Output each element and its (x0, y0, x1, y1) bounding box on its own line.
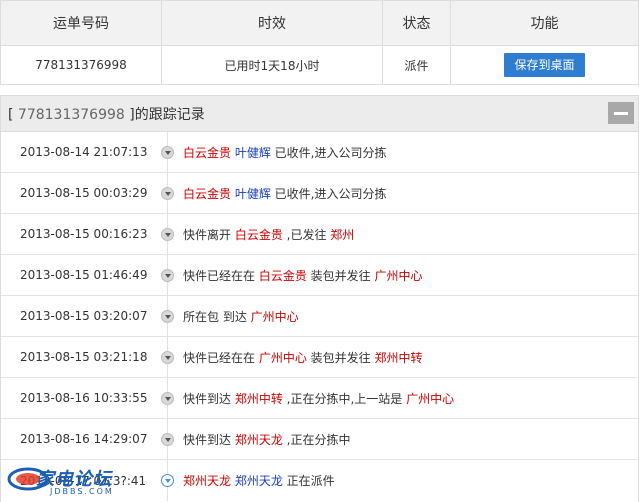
save-to-desktop-button[interactable]: 保存到桌面 (504, 53, 585, 77)
chevron-down-icon (161, 351, 174, 364)
chevron-down-icon (161, 392, 174, 405)
location-highlight: 白云金贵 (258, 268, 307, 283)
chevron-down-icon (161, 269, 174, 282)
location-highlight: 白云金贵 (183, 145, 232, 160)
summary-data-row: 778131376998 已用时1天18小时 派件 保存到桌面 (1, 46, 638, 84)
summary-header-row: 运单号码 时效 状态 功能 (1, 1, 638, 46)
event-time: 2013-08-15 03:20:07 (20, 309, 148, 323)
panel-title-number: 778131376998 (17, 106, 125, 123)
event-text: 快件到达 (183, 432, 235, 447)
forum-watermark-logo: 家电论坛 JDBBS.COM (6, 463, 136, 499)
location-highlight: 郑州中转 (374, 350, 423, 365)
event-description: 白云金贵 叶健辉 已收件,进入公司分拣 (161, 144, 386, 161)
panel-title: [ 778131376998 ]的跟踪记录 (8, 104, 205, 124)
location-highlight: 郑州中转 (234, 391, 283, 406)
event-text: ,正在分拣中 (282, 432, 351, 447)
chevron-down-icon (161, 187, 174, 200)
tracking-event-row: 2013-08-14 21:07:13 白云金贵 叶健辉 已收件,进入公司分拣 (1, 132, 638, 173)
watermark-subtext: JDBBS.COM (50, 487, 114, 496)
tracking-event-row: 2013-08-15 03:21:18 快件已经在在 广州中心 装包并发往 郑州中… (1, 337, 638, 378)
event-description: 快件离开 白云金贵 ,已发往 郑州 (161, 226, 354, 243)
event-description: 郑州天龙 郑州天龙 正在派件 (161, 472, 335, 489)
chevron-down-icon (161, 146, 174, 159)
chevron-down-icon (161, 228, 174, 241)
tracking-event-row: 2013-08-15 00:03:29 白云金贵 叶健辉 已收件,进入公司分拣 (1, 173, 638, 214)
event-text: 正在派件 (282, 474, 335, 488)
event-time: 2013-08-15 03:21:18 (20, 350, 148, 364)
tracking-event-row: 2013-08-15 01:46:49 快件已经在在 白云金贵 装包并发往 广州中… (1, 255, 638, 296)
courier-name: 郑州天龙 (231, 474, 283, 488)
chevron-down-icon (161, 474, 174, 487)
chevron-down-icon (161, 310, 174, 323)
event-time: 2013-08-16 14:29:07 (20, 432, 148, 446)
event-text: 快件到达 (183, 391, 235, 406)
event-text: 快件离开 (183, 227, 235, 242)
courier-name: 叶健辉 (231, 145, 271, 160)
event-time: 2013-08-15 00:03:29 (20, 186, 148, 200)
event-description: 快件已经在在 广州中心 装包并发往 郑州中转 (161, 349, 423, 366)
event-time: 2013-08-15 01:46:49 (20, 268, 148, 282)
event-text: 已收件,进入公司分拣 (270, 145, 387, 160)
event-time: 2013-08-16 10:33:55 (20, 391, 148, 405)
status-value: 派件 (383, 46, 451, 84)
header-waybill-number: 运单号码 (1, 1, 162, 45)
location-highlight: 郑州天龙 (183, 474, 232, 488)
event-text: 已收件,进入公司分拣 (270, 186, 387, 201)
location-highlight: 广州中心 (374, 268, 423, 283)
event-time: 2013-08-15 00:16:23 (20, 227, 148, 241)
chevron-down-icon (161, 433, 174, 446)
event-text: 快件已经在在 (183, 350, 259, 365)
function-cell: 保存到桌面 (451, 46, 638, 84)
header-duration: 时效 (162, 1, 383, 45)
panel-title-suffix: ]的跟踪记录 (124, 106, 205, 123)
header-function: 功能 (530, 16, 559, 32)
location-highlight: 郑州天龙 (234, 432, 283, 447)
event-description: 快件已经在在 白云金贵 装包并发往 广州中心 (161, 267, 423, 284)
tracking-event-row: 2013-08-16 10:33:55 快件到达 郑州中转 ,正在分拣中,上一站是… (1, 378, 638, 419)
event-text: ,已发往 (282, 227, 331, 242)
event-text: 装包并发往 (306, 268, 375, 283)
event-description: 白云金贵 叶健辉 已收件,进入公司分拣 (161, 185, 386, 202)
courier-name: 叶健辉 (231, 186, 271, 201)
event-text: 装包并发往 (306, 350, 375, 365)
waybill-summary-table: 运单号码 时效 状态 功能 778131376998 已用时1天18小时 派件 … (0, 0, 639, 85)
duration-value: 已用时1天18小时 (162, 46, 383, 84)
location-highlight: 广州中心 (250, 309, 299, 324)
event-description: 快件到达 郑州天龙 ,正在分拣中 (161, 431, 350, 448)
event-description: 快件到达 郑州中转 ,正在分拣中,上一站是 广州中心 (161, 390, 454, 407)
tracking-event-row: 2013-08-16 14:29:07 快件到达 郑州天龙 ,正在分拣中 (1, 419, 638, 460)
tracking-event-row: 2013-08-15 03:20:07 所在包 到达 广州中心 (1, 296, 638, 337)
waybill-number: 778131376998 (1, 46, 162, 84)
header-status: 状态 (383, 1, 451, 45)
location-highlight: 广州中心 (406, 391, 455, 406)
panel-header: [ 778131376998 ]的跟踪记录 (1, 96, 638, 132)
event-description: 所在包 到达 广州中心 (161, 308, 299, 325)
location-highlight: 白云金贵 (234, 227, 283, 242)
location-highlight: 广州中心 (258, 350, 307, 365)
panel-title-prefix: [ (8, 106, 18, 123)
location-highlight: 郑州 (330, 227, 355, 242)
location-highlight: 白云金贵 (183, 186, 232, 201)
minus-icon (614, 111, 628, 115)
event-text: 快件已经在在 (183, 268, 259, 283)
tracking-event-row: 2013-08-15 00:16:23 快件离开 白云金贵 ,已发往 郑州 (1, 214, 638, 255)
event-text: 所在包 到达 (183, 309, 251, 324)
tracking-records-panel: [ 778131376998 ]的跟踪记录 2013-08-14 21:07:1… (0, 95, 639, 502)
collapse-button[interactable] (608, 102, 634, 124)
tracking-event-list: 2013-08-14 21:07:13 白云金贵 叶健辉 已收件,进入公司分拣 20… (1, 132, 638, 501)
event-text: ,正在分拣中,上一站是 (282, 391, 407, 406)
event-time: 2013-08-14 21:07:13 (20, 145, 148, 159)
